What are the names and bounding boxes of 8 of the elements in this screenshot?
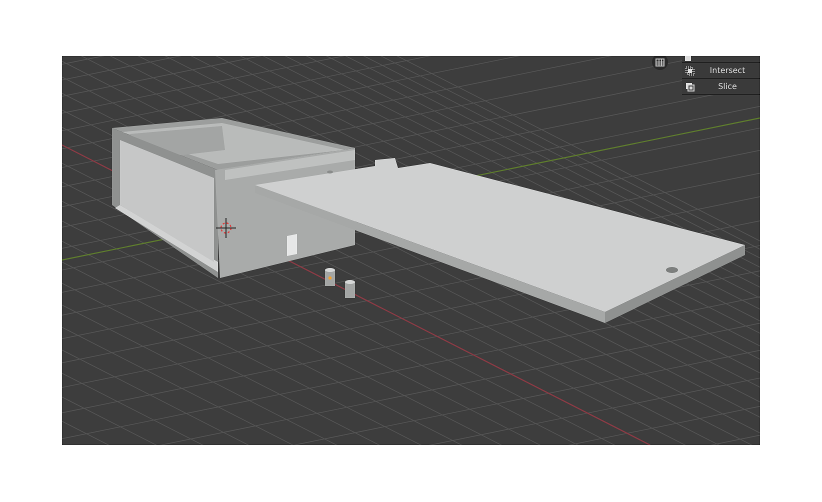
cylinder-drawing (325, 268, 335, 286)
grid-icon[interactable] (652, 56, 668, 70)
menu-item[interactable]: Intersect (682, 63, 760, 79)
crosshair-cursor-icon (216, 218, 236, 238)
menu-item[interactable]: Slice (682, 79, 760, 95)
overlapping-squares-icon (685, 82, 695, 92)
cylinder-drawing (345, 280, 355, 298)
dotted-squares-icon (685, 66, 695, 76)
